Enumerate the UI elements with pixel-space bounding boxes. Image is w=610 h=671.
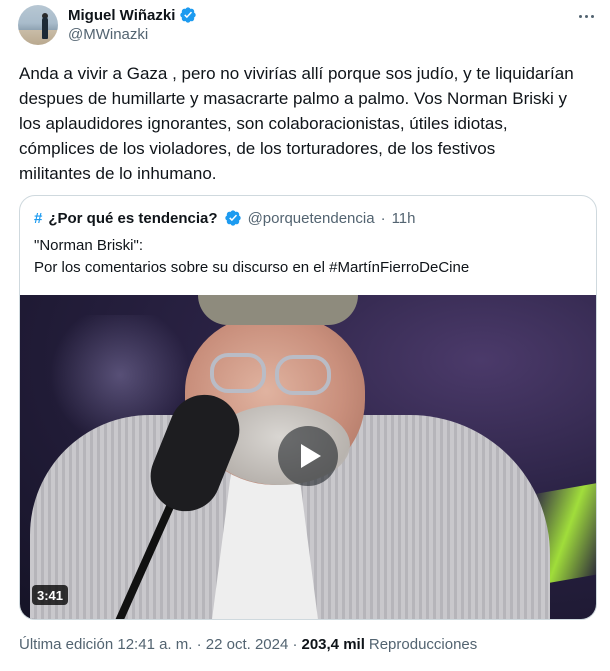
hashtag-icon: # xyxy=(34,209,43,227)
tweet-text: Anda a vivir a Gaza , pero no vivirías a… xyxy=(19,64,574,183)
avatar[interactable] xyxy=(18,5,58,45)
video-duration: 3:41 xyxy=(32,585,69,605)
author-handle[interactable]: @MWinazki xyxy=(68,26,148,43)
quoted-author-handle[interactable]: @porquetendencia xyxy=(248,210,375,227)
separator-dot: · xyxy=(380,209,386,227)
quoted-tweet-header: # ¿Por qué es tendencia? @porquetendenci… xyxy=(34,208,415,228)
verified-badge-icon xyxy=(180,7,197,23)
play-button[interactable] xyxy=(278,426,338,486)
more-options-icon[interactable] xyxy=(576,8,596,24)
video-player[interactable]: 3:41 xyxy=(20,295,596,619)
author-display-name[interactable]: Miguel Wiñazki xyxy=(68,7,175,24)
quoted-author-name[interactable]: ¿Por qué es tendencia? xyxy=(48,210,217,227)
quoted-tweet[interactable]: # ¿Por qué es tendencia? @porquetendenci… xyxy=(19,195,597,620)
verified-badge-icon xyxy=(224,210,241,226)
tweet-meta: Última edición 12:41 a. m. · 22 oct. 202… xyxy=(19,636,477,653)
edited-timestamp[interactable]: Última edición 12:41 a. m. · 22 oct. 202… xyxy=(19,636,297,653)
quoted-timestamp[interactable]: 11h xyxy=(392,210,416,227)
author-name-row[interactable]: Miguel Wiñazki xyxy=(68,5,197,25)
play-icon xyxy=(300,444,321,468)
views-count: 203,4 mil xyxy=(301,636,365,653)
quoted-tweet-text: "Norman Briski": Por los comentarios sob… xyxy=(34,237,470,276)
views-label: Reproducciones xyxy=(368,636,478,653)
